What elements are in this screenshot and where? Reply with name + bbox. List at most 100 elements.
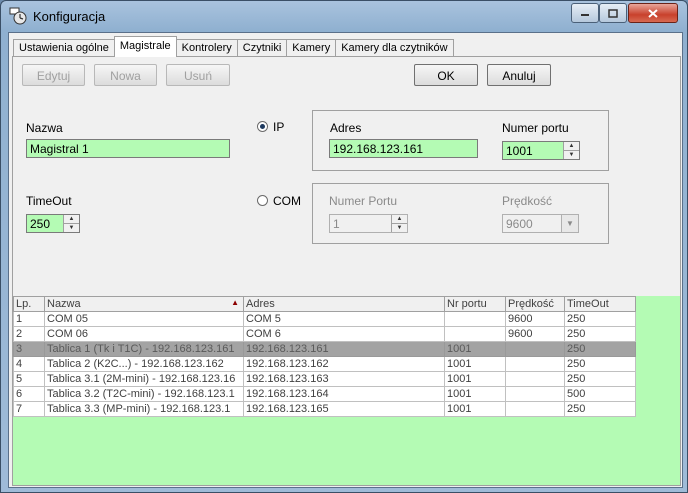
com-port-stepper[interactable]: 1 ▲ ▼ xyxy=(329,214,408,233)
tab-strip: Ustawienia ogólne Magistrale Kontrolery … xyxy=(13,36,454,57)
column-header-timeout[interactable]: TimeOut xyxy=(564,296,636,312)
spin-up-icon[interactable]: ▲ xyxy=(64,215,79,224)
cell-timeout: 250 xyxy=(564,401,636,417)
window-title: Konfiguracja xyxy=(33,9,106,24)
address-label: Adres xyxy=(330,121,362,135)
cell-name: Tablica 3.3 (MP-mini) - 192.168.123.1 xyxy=(44,401,244,417)
table-row[interactable]: 2 COM 06 COM 6 9600 250 xyxy=(13,326,636,342)
maximize-button[interactable] xyxy=(599,3,627,23)
name-field[interactable]: Magistral 1 xyxy=(26,139,230,158)
cell-speed xyxy=(505,371,565,387)
cell-speed xyxy=(505,401,565,417)
table-body: 1 COM 05 COM 5 9600 250 2 COM 06 COM 6 9… xyxy=(13,311,636,417)
name-label: Nazwa xyxy=(26,121,63,135)
tab-general[interactable]: Ustawienia ogólne xyxy=(13,39,115,57)
tab-controllers[interactable]: Kontrolery xyxy=(175,39,238,57)
cell-port: 1001 xyxy=(444,341,506,357)
cell-timeout: 500 xyxy=(564,386,636,402)
spin-down-icon[interactable]: ▼ xyxy=(392,224,407,232)
table-row[interactable]: 7 Tablica 3.3 (MP-mini) - 192.168.123.1 … xyxy=(13,401,636,417)
cell-port xyxy=(444,326,506,342)
table-row[interactable]: 4 Tablica 2 (K2C...) - 192.168.123.162 1… xyxy=(13,356,636,372)
tab-reader-cameras[interactable]: Kamery dla czytników xyxy=(335,39,454,57)
tab-readers[interactable]: Czytniki xyxy=(236,39,288,57)
config-window: Konfiguracja Ustawienia ogólne Magistral… xyxy=(0,0,688,493)
delete-button[interactable]: Usuń xyxy=(166,64,230,86)
cell-timeout: 250 xyxy=(564,311,636,327)
speed-label: Prędkość xyxy=(502,194,553,208)
cell-name: Tablica 3.2 (T2C-mini) - 192.168.123.1 xyxy=(44,386,244,402)
title-bar[interactable]: Konfiguracja xyxy=(1,1,687,33)
cell-timeout: 250 xyxy=(564,341,636,357)
table-row-selected[interactable]: 3 Tablica 1 (Tk i T1C) - 192.168.123.161… xyxy=(13,341,636,357)
cell-address: COM 6 xyxy=(243,326,445,342)
cell-address: 192.168.123.162 xyxy=(243,356,445,372)
ok-button[interactable]: OK xyxy=(414,64,478,86)
port-label: Numer portu xyxy=(502,121,569,135)
minimize-button[interactable] xyxy=(571,3,599,23)
cell-speed xyxy=(505,356,565,372)
cell-port xyxy=(444,311,506,327)
port-value: 1001 xyxy=(506,144,533,158)
cell-timeout: 250 xyxy=(564,326,636,342)
ip-radio[interactable] xyxy=(257,121,268,132)
table-row[interactable]: 6 Tablica 3.2 (T2C-mini) - 192.168.123.1… xyxy=(13,386,636,402)
cell-lp: 6 xyxy=(13,386,45,402)
cell-name: Tablica 3.1 (2M-mini) - 192.168.123.16 xyxy=(44,371,244,387)
com-radio[interactable] xyxy=(257,195,268,206)
port-spin-buttons[interactable]: ▲ ▼ xyxy=(563,142,579,159)
cell-lp: 3 xyxy=(13,341,45,357)
tab-page-buses: Edytuj Nowa Usuń OK Anuluj Nazwa Magistr… xyxy=(12,56,681,486)
cell-speed xyxy=(505,341,565,357)
timeout-stepper[interactable]: 250 ▲ ▼ xyxy=(26,214,80,233)
address-field[interactable]: 192.168.123.161 xyxy=(329,139,478,158)
cancel-button[interactable]: Anuluj xyxy=(487,64,551,86)
port-stepper[interactable]: 1001 ▲ ▼ xyxy=(502,141,580,160)
tab-cameras[interactable]: Kamery xyxy=(286,39,337,57)
close-button[interactable] xyxy=(628,3,678,23)
cell-address: 192.168.123.165 xyxy=(243,401,445,417)
cell-address: 192.168.123.164 xyxy=(243,386,445,402)
maximize-icon xyxy=(608,8,618,18)
bus-table: Lp. Nazwa ▲ Adres Nr portu Prędkość TimeO… xyxy=(13,296,636,417)
cell-lp: 2 xyxy=(13,326,45,342)
cell-speed xyxy=(505,386,565,402)
sort-desc-icon: ▲ xyxy=(231,298,239,307)
com-port-spin-buttons[interactable]: ▲ ▼ xyxy=(391,215,407,232)
table-row[interactable]: 5 Tablica 3.1 (2M-mini) - 192.168.123.16… xyxy=(13,371,636,387)
tab-buses[interactable]: Magistrale xyxy=(113,36,177,57)
column-header-name-label: Nazwa xyxy=(47,298,81,310)
timeout-label: TimeOut xyxy=(26,194,72,208)
cell-speed: 9600 xyxy=(505,326,565,342)
cell-port: 1001 xyxy=(444,371,506,387)
table-row[interactable]: 1 COM 05 COM 5 9600 250 xyxy=(13,311,636,327)
cell-name: Tablica 1 (Tk i T1C) - 192.168.123.161 xyxy=(44,341,244,357)
column-header-port[interactable]: Nr portu xyxy=(444,296,506,312)
minimize-icon xyxy=(581,14,589,16)
table-header-row: Lp. Nazwa ▲ Adres Nr portu Prędkość TimeO… xyxy=(13,296,636,312)
speed-value: 9600 xyxy=(506,217,533,231)
speed-select[interactable]: 9600 ▼ xyxy=(502,214,579,233)
timeout-spin-buttons[interactable]: ▲ ▼ xyxy=(63,215,79,232)
cell-timeout: 250 xyxy=(564,371,636,387)
column-header-name[interactable]: Nazwa ▲ xyxy=(44,296,244,312)
column-header-lp[interactable]: Lp. xyxy=(13,296,45,312)
new-button[interactable]: Nowa xyxy=(94,64,157,86)
column-header-address[interactable]: Adres xyxy=(243,296,445,312)
cell-port: 1001 xyxy=(444,401,506,417)
spin-down-icon[interactable]: ▼ xyxy=(64,224,79,232)
cell-address: 192.168.123.161 xyxy=(243,341,445,357)
cell-port: 1001 xyxy=(444,356,506,372)
chevron-down-icon[interactable]: ▼ xyxy=(561,215,578,232)
column-header-speed[interactable]: Prędkość xyxy=(505,296,565,312)
spin-up-icon[interactable]: ▲ xyxy=(564,142,579,151)
cell-timeout: 250 xyxy=(564,356,636,372)
edit-button[interactable]: Edytuj xyxy=(22,64,85,86)
cell-lp: 7 xyxy=(13,401,45,417)
cell-lp: 4 xyxy=(13,356,45,372)
client-area: Ustawienia ogólne Magistrale Kontrolery … xyxy=(8,32,683,488)
spin-up-icon[interactable]: ▲ xyxy=(392,215,407,224)
close-icon xyxy=(648,8,658,18)
cell-lp: 1 xyxy=(13,311,45,327)
spin-down-icon[interactable]: ▼ xyxy=(564,151,579,159)
